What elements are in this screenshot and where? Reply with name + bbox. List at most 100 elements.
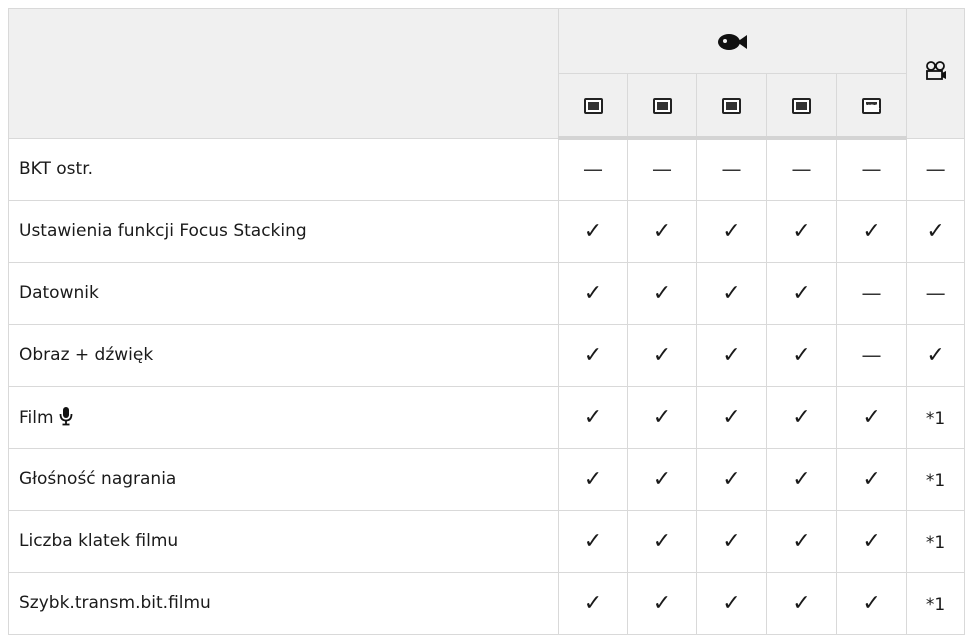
status-cell: ✓	[835, 447, 908, 511]
status-cell: ✓	[906, 199, 966, 263]
row-label-text: Ustawienia funkcji Focus Stacking	[19, 221, 307, 241]
footnote-ref: *1	[925, 470, 946, 491]
dash-mark: —	[925, 280, 946, 305]
status-cell: ✓	[766, 261, 837, 325]
check-mark: ✓	[722, 342, 741, 368]
check-mark: ✓	[862, 466, 881, 492]
check-mark: ✓	[583, 280, 603, 306]
dash-mark: —	[721, 157, 742, 182]
status-cell: ✓	[627, 323, 697, 387]
check-mark: ✓	[652, 590, 672, 616]
table-row: BKT ostr. — — — — — —	[8, 137, 966, 201]
status-cell: ✓	[835, 571, 908, 635]
dash-mark: —	[861, 280, 882, 305]
row-label-text: BKT ostr.	[19, 159, 94, 179]
status-cell: ✓	[766, 571, 837, 635]
status-cell: *1	[906, 385, 966, 449]
check-mark: ✓	[926, 218, 945, 244]
underwater-macro-icon	[652, 98, 672, 114]
underwater-scene-icon	[792, 98, 811, 114]
mode-header-5: HDR	[835, 73, 908, 140]
status-cell: ✓	[627, 261, 697, 325]
status-cell: —	[627, 137, 697, 201]
status-cell: ✓	[558, 261, 628, 325]
status-cell: —	[558, 137, 628, 201]
footnote-ref: *1	[925, 594, 946, 615]
underwater-group-header	[557, 8, 908, 74]
table-row: Film ✓ ✓ ✓ ✓ ✓ *1	[8, 385, 966, 449]
compatibility-table: HDR BKT ostr. — — — — — — Ustawienia funkcji Fo…	[8, 8, 966, 635]
check-mark: ✓	[722, 218, 741, 244]
row-label: BKT ostr.	[8, 137, 559, 201]
movie-camera-icon	[925, 61, 946, 81]
status-cell: ✓	[627, 447, 697, 511]
table-row: Liczba klatek filmu ✓ ✓ ✓ ✓ ✓ *1	[8, 509, 966, 573]
row-label: Głośność nagrania	[8, 447, 559, 511]
movie-column-header	[906, 8, 966, 139]
dash-mark: —	[925, 156, 946, 181]
dash-mark: —	[791, 157, 812, 182]
check-mark: ✓	[583, 590, 603, 616]
row-label-text: Datownik	[19, 283, 99, 303]
status-cell: ✓	[835, 199, 908, 263]
check-mark: ✓	[792, 466, 811, 492]
check-mark: ✓	[792, 280, 811, 306]
row-label-text: Głośność nagrania	[19, 469, 177, 489]
check-mark: ✓	[652, 528, 672, 554]
status-cell: ✓	[766, 447, 837, 511]
status-cell: —	[906, 261, 966, 325]
check-mark: ✓	[792, 218, 811, 244]
status-cell: ✓	[696, 509, 767, 573]
row-label: Ustawienia funkcji Focus Stacking	[8, 199, 559, 263]
status-cell: ✓	[766, 323, 837, 387]
status-cell: *1	[906, 509, 966, 573]
check-mark: ✓	[862, 590, 881, 616]
check-mark: ✓	[792, 342, 811, 368]
status-cell: ✓	[696, 571, 767, 635]
check-mark: ✓	[722, 466, 741, 492]
status-cell: ✓	[696, 323, 767, 387]
status-cell: *1	[906, 447, 966, 511]
row-label-text: Szybk.transm.bit.filmu	[19, 593, 211, 613]
dash-mark: —	[861, 157, 882, 182]
check-mark: ✓	[583, 404, 603, 430]
dash-mark: —	[861, 342, 882, 367]
status-cell: ✓	[558, 447, 628, 511]
row-label-text: Obraz + dźwięk	[19, 345, 154, 365]
check-mark: ✓	[792, 590, 811, 616]
check-mark: ✓	[722, 280, 741, 306]
status-cell: —	[835, 137, 908, 201]
row-label-text: Film	[19, 408, 54, 428]
fish-icon	[717, 34, 748, 50]
check-mark: ✓	[722, 404, 741, 430]
table-row: Szybk.transm.bit.filmu ✓ ✓ ✓ ✓ ✓ *1	[8, 571, 966, 635]
table-row: Głośność nagrania ✓ ✓ ✓ ✓ ✓ *1	[8, 447, 966, 511]
status-cell: ✓	[766, 509, 837, 573]
table-row: Obraz + dźwięk ✓ ✓ ✓ ✓ — ✓	[8, 323, 966, 387]
status-cell: —	[766, 137, 837, 201]
underwater-snapshot-icon	[722, 98, 741, 114]
status-cell: —	[906, 137, 966, 201]
table-row: Datownik ✓ ✓ ✓ ✓ — —	[8, 261, 966, 325]
check-mark: ✓	[652, 404, 672, 430]
row-label: Szybk.transm.bit.filmu	[8, 571, 559, 635]
status-cell: ✓	[627, 571, 697, 635]
mode-header-4	[766, 73, 837, 140]
status-cell: ✓	[696, 385, 767, 449]
status-cell: ✓	[835, 509, 908, 573]
status-cell: ✓	[696, 447, 767, 511]
dash-mark: —	[652, 157, 672, 182]
status-cell: —	[835, 261, 908, 325]
status-cell: ✓	[627, 509, 697, 573]
footnote-ref: *1	[925, 532, 946, 553]
status-cell: —	[835, 323, 908, 387]
underwater-wide-icon	[583, 98, 603, 114]
status-cell: ✓	[558, 199, 628, 263]
status-cell: ✓	[558, 571, 628, 635]
table-body: BKT ostr. — — — — — — Ustawienia funkcji Focus …	[8, 137, 966, 635]
check-mark: ✓	[722, 528, 741, 554]
status-cell: ✓	[696, 199, 767, 263]
mode-header-1	[558, 73, 628, 140]
underwater-hdr-icon: HDR	[862, 98, 882, 114]
row-label: Datownik	[8, 261, 559, 325]
